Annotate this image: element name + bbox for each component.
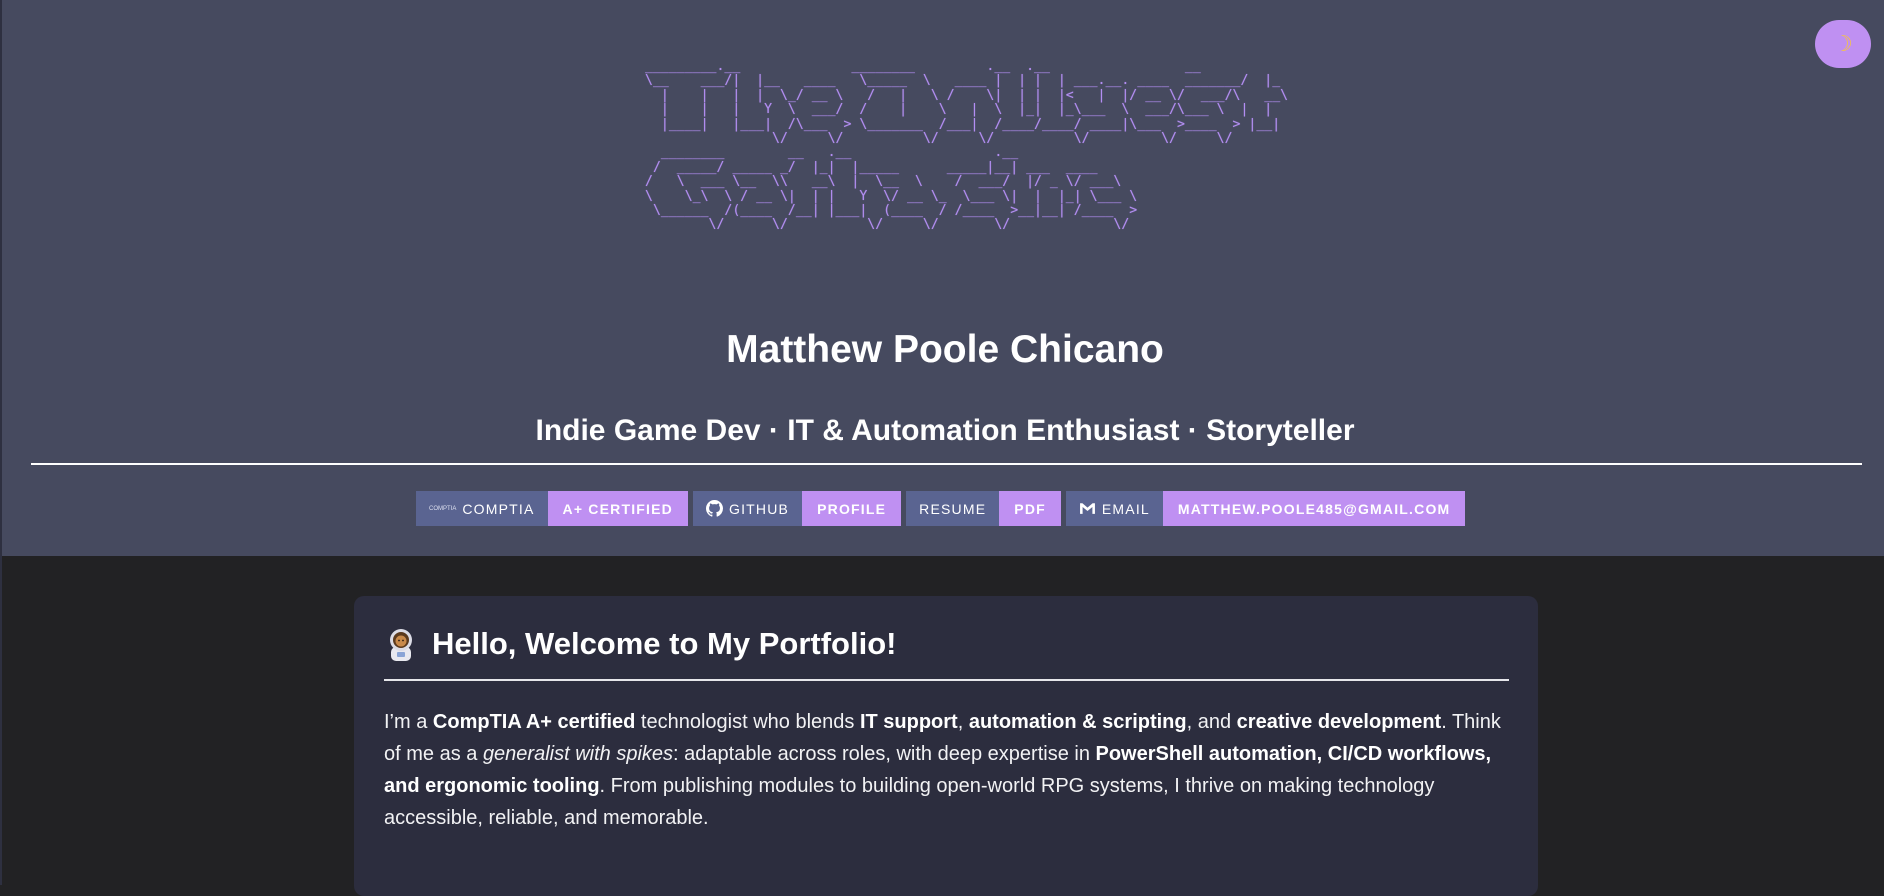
text-strong: automation & scripting — [968, 711, 1187, 733]
text-run: , — [957, 711, 969, 733]
badge-row: CompTIA CompTIA A+ Certified GitHub Prof… — [416, 491, 1466, 526]
theme-toggle-button[interactable]: ☽ — [1815, 20, 1871, 68]
text-emphasis: generalist with spikes — [482, 743, 674, 765]
intro-paragraph: I’m a CompTIA A+ certified technologist … — [384, 706, 1514, 834]
text-run: , and — [1186, 711, 1237, 733]
header-divider — [31, 463, 1862, 465]
comptia-logo-icon: CompTIA — [429, 505, 457, 512]
text-strong: IT support — [859, 711, 958, 733]
resume-badge[interactable]: Resume PDF — [906, 491, 1061, 526]
text-run: technologist who blends — [635, 711, 860, 733]
text-run: I’m a — [384, 711, 433, 733]
github-badge[interactable]: GitHub Profile — [693, 491, 902, 526]
gmail-icon — [1079, 503, 1095, 514]
badge-value: A+ Certified — [547, 491, 688, 526]
text-strong: creative development — [1236, 711, 1442, 733]
card-title: Hello, Welcome to My Portfolio! — [432, 626, 897, 661]
astronaut-icon — [390, 629, 412, 661]
page-title: Matthew Poole Chicano — [726, 328, 1164, 371]
ascii-art-banner: _________.__ ________ .__ .__ __ \__ ___… — [645, 59, 1289, 233]
text-run: : adaptable across roles, with deep expe… — [673, 743, 1096, 765]
badge-label: Resume — [919, 500, 987, 517]
badge-label: CompTIA — [462, 500, 535, 517]
badge-value: Profile — [802, 491, 902, 526]
github-icon — [706, 500, 723, 517]
badge-label: GitHub — [729, 500, 790, 517]
comptia-badge[interactable]: CompTIA CompTIA A+ Certified — [416, 491, 688, 526]
text-strong: CompTIA A+ certified — [432, 711, 636, 733]
badge-value: matthew.poole485@gmail.com — [1162, 491, 1466, 526]
card-header: Hello, Welcome to My Portfolio! — [384, 626, 896, 662]
email-badge[interactable]: Email matthew.poole485@gmail.com — [1065, 491, 1466, 526]
crescent-moon-icon: ☽ — [1833, 31, 1853, 56]
badge-label: Email — [1101, 500, 1150, 517]
badge-value: PDF — [999, 491, 1061, 526]
welcome-card: Hello, Welcome to My Portfolio! I’m a Co… — [354, 596, 1538, 896]
tagline: Indie Game Dev · IT & Automation Enthusi… — [535, 414, 1355, 447]
card-divider — [384, 679, 1509, 681]
